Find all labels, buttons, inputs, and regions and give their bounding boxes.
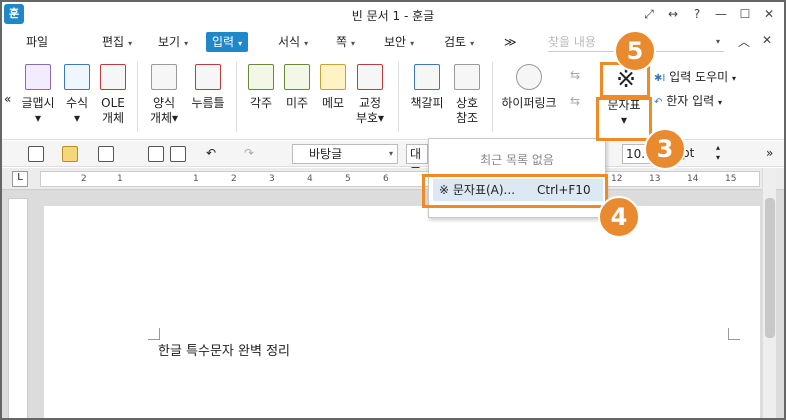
bookmark-button[interactable]: 책갈피 (406, 64, 448, 111)
glyph-art-icon (25, 64, 51, 90)
push-field-button[interactable]: 누름틀 (188, 64, 228, 111)
horizontal-ruler: L 2 1 1 2 3 4 5 6 7 8 9 10 11 12 13 14 1… (0, 168, 786, 190)
footnote-button[interactable]: 각주 (244, 64, 278, 111)
font-select[interactable]: 대표 (406, 144, 428, 179)
vertical-scrollbar[interactable] (762, 168, 776, 420)
chevron-down-icon: ▾ (470, 39, 475, 48)
crop-mark (148, 328, 160, 340)
callout-badge-3: 3 (644, 128, 686, 170)
prev-arrow-icon: ⇆ (570, 68, 581, 82)
proof-mark-button[interactable]: 교정 부호▾ (352, 64, 388, 126)
highlight-char-map-item (422, 174, 608, 208)
push-field-icon (195, 64, 221, 90)
chevron-down-icon: ▾ (238, 39, 243, 48)
proof-mark-icon (357, 64, 383, 90)
menu-file[interactable]: 파일 (26, 32, 48, 52)
chevron-down-icon: ▾ (128, 39, 133, 48)
input-helper-button[interactable]: ✱I 입력 도우미 ▾ (654, 68, 736, 85)
cross-reference-button[interactable]: 상호 참조 (450, 64, 484, 126)
ribbon: « 글맵시 ▾ 수식 ▾ OLE 개체 양식 개체▾ 누름틀 각주 미주 메모 … (0, 54, 786, 140)
chevron-down-icon: ▾ (715, 37, 720, 46)
help-icon[interactable]: ? (686, 4, 708, 24)
redo-icon[interactable]: ↷ (244, 146, 260, 162)
preview-icon[interactable] (170, 146, 186, 162)
style-select[interactable]: 바탕글 ▾ (292, 144, 398, 164)
menu-page[interactable]: 쪽 ▾ (336, 32, 355, 52)
memo-button[interactable]: 메모 (316, 64, 350, 111)
next-arrow-icon: ⇆ (570, 94, 581, 108)
ribbon-divider (492, 62, 493, 132)
equation-button[interactable]: 수식 ▾ (60, 64, 94, 126)
glyph-art-button[interactable]: 글맵시 ▾ (18, 64, 58, 126)
ruler-track[interactable]: 2 1 1 2 3 4 5 6 7 8 9 10 11 12 13 14 15 (40, 171, 760, 187)
close-doc-icon[interactable]: ✕ (762, 33, 772, 47)
tab-stop-icon[interactable]: L (12, 171, 28, 187)
ribbon-scroll-left-icon[interactable]: « (4, 92, 11, 106)
open-folder-icon[interactable] (62, 146, 78, 162)
fullscreen-icon[interactable]: ⤢ (638, 4, 660, 24)
menu-review[interactable]: 검토 ▾ (444, 32, 474, 52)
bookmark-icon (414, 64, 440, 90)
minimize-icon[interactable]: — (710, 4, 732, 24)
vertical-ruler[interactable] (8, 198, 28, 420)
print-icon[interactable] (148, 146, 164, 162)
maximize-icon[interactable]: ☐ (734, 4, 756, 24)
hanja-input-button[interactable]: ↶ 한자 입력 ▾ (654, 92, 722, 109)
ole-object-button[interactable]: OLE 개체 (96, 64, 130, 126)
chevron-down-icon: ▾ (410, 39, 415, 48)
menu-bar: 파일 편집 ▾ 보기 ▾ 입력 ▾ 서식 ▾ 쪽 ▾ 보안 ▾ 검토 ▾ ≫ 찾을 내용 ▾ ︿… (0, 30, 786, 54)
hanja-icon: ↶ (654, 97, 663, 108)
window-controls: ⤢ ↔ ? — ☐ ✕ (638, 4, 780, 24)
input-helper-icon: ✱I (654, 73, 666, 84)
footnote-icon (248, 64, 274, 90)
chevron-down-icon: ▾ (732, 74, 737, 83)
ole-icon (100, 64, 126, 90)
recent-list-empty: 최근 목록 없음 (480, 153, 554, 167)
menu-security[interactable]: 보안 ▾ (384, 32, 414, 52)
save-icon[interactable] (98, 146, 114, 162)
font-size-stepper[interactable]: ▴ ▾ (716, 143, 720, 163)
undo-icon[interactable]: ↶ (206, 146, 222, 162)
menu-format[interactable]: 서식 ▾ (278, 32, 308, 52)
callout-badge-5: 5 (614, 30, 656, 72)
title-bar: 훈 빈 문서 1 - 훈글 ⤢ ↔ ? — ☐ ✕ (0, 0, 786, 30)
toolbar-more-icon[interactable]: » (766, 146, 773, 160)
crop-mark (728, 328, 740, 340)
menu-edit[interactable]: 편집 ▾ (102, 32, 132, 52)
highlight-char-map-button (596, 97, 652, 141)
callout-badge-4: 4 (598, 196, 640, 238)
memo-icon (320, 64, 346, 90)
new-document-icon[interactable] (28, 146, 44, 162)
globe-icon (516, 64, 542, 90)
endnote-icon (284, 64, 310, 90)
scroll-thumb[interactable] (765, 198, 775, 338)
menu-more[interactable]: ≫ (504, 32, 517, 52)
close-icon[interactable]: ✕ (758, 4, 780, 24)
resize-icon[interactable]: ↔ (662, 4, 684, 24)
ribbon-divider (137, 62, 138, 132)
chevron-down-icon: ▾ (718, 98, 723, 107)
chevron-down-icon: ▾ (351, 39, 356, 48)
menu-view[interactable]: 보기 ▾ (158, 32, 188, 52)
chevron-down-icon: ▾ (388, 149, 393, 158)
ribbon-divider (236, 62, 237, 132)
menu-input[interactable]: 입력 ▾ (206, 32, 249, 52)
document-area (0, 190, 786, 420)
form-icon (151, 64, 177, 90)
equation-icon (64, 64, 90, 90)
endnote-button[interactable]: 미주 (280, 64, 314, 111)
chevron-down-icon: ▾ (304, 39, 309, 48)
chevron-down-icon: ▾ (184, 39, 189, 48)
document-text[interactable]: 한글 특수문자 완벽 정리 (158, 340, 290, 359)
ribbon-divider (398, 62, 399, 132)
cross-reference-icon (454, 64, 480, 90)
hyperlink-button[interactable]: 하이퍼링크 (498, 64, 560, 111)
form-object-button[interactable]: 양식 개체▾ (144, 64, 184, 126)
collapse-ribbon-icon[interactable]: ︿ (738, 33, 750, 50)
document-page[interactable] (44, 206, 760, 420)
